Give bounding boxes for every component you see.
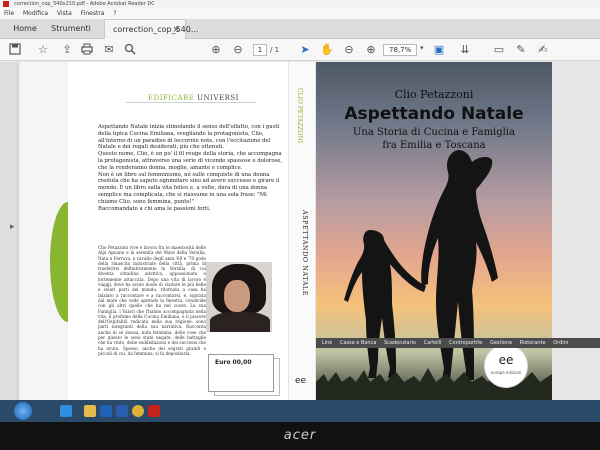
page-down-icon[interactable]: ⊖ bbox=[231, 43, 245, 57]
save-icon[interactable] bbox=[8, 43, 22, 57]
star-icon[interactable]: ☆ bbox=[36, 43, 50, 57]
toolbar: ☆ ⇪ ✉ ⊕ ⊖ 1 / 1 ➤ ✋ ⊖ ⊕ 78,7% ▾ ▣ ⇊ ▭ ✎ … bbox=[0, 39, 600, 61]
divider bbox=[126, 102, 256, 103]
blurb-paragraph: Non è un libro sul femminismo, né sulle … bbox=[98, 171, 280, 205]
mail-icon[interactable]: ✉ bbox=[102, 43, 116, 57]
left-panel: ▸ bbox=[0, 62, 18, 400]
close-icon[interactable]: × bbox=[172, 20, 180, 40]
cover-author: Clio Petazzoni bbox=[316, 88, 552, 101]
bookmark-item[interactable]: Link bbox=[322, 340, 332, 346]
blurb-paragraph: Raccomandato a chi ama le passioni forti… bbox=[98, 205, 211, 212]
acrobat-icon[interactable] bbox=[148, 405, 160, 417]
menu-bar: File Modifica Vista Finestra ? bbox=[0, 8, 600, 19]
fit-page-icon[interactable]: ▣ bbox=[432, 43, 446, 57]
word-icon[interactable] bbox=[116, 405, 128, 417]
zoom-level-select[interactable]: 78,7% bbox=[383, 44, 417, 56]
back-cover-heading: EDIFICARE UNIVERSI bbox=[148, 94, 239, 102]
blurb-paragraph: Questo nome, Clio, è un po' il fil rouge… bbox=[98, 151, 283, 171]
front-cover: Clio Petazzoni Aspettando Natale Una Sto… bbox=[316, 62, 552, 400]
publisher-name: europa edizioni bbox=[490, 370, 522, 375]
bookmarks-bar: Link Cassa e Banca Scadenziario Cartelli… bbox=[316, 338, 600, 348]
document-area[interactable]: ▸ EDIFICARE UNIVERSI Aspettando Natale i… bbox=[0, 62, 600, 400]
acrobat-app-icon bbox=[3, 1, 9, 7]
chrome-icon[interactable] bbox=[132, 405, 144, 417]
monitor-screen: correction_cop_540x210.pdf - Adobe Acrob… bbox=[0, 0, 600, 422]
menu-modifica[interactable]: Modifica bbox=[23, 10, 48, 17]
blurb: Aspettando Natale inizia stimolando il s… bbox=[98, 124, 283, 212]
menu-file[interactable]: File bbox=[4, 10, 14, 17]
price-box: Euro 00,00 bbox=[208, 354, 274, 392]
page-total: / 1 bbox=[270, 46, 280, 54]
page-number-input[interactable]: 1 bbox=[253, 44, 267, 56]
comment-icon[interactable]: ▭ bbox=[492, 43, 506, 57]
scroll-mode-icon[interactable]: ⇊ bbox=[458, 43, 472, 57]
bookmark-item[interactable]: Ristorante bbox=[520, 340, 546, 346]
menu-finestra[interactable]: Finestra bbox=[81, 10, 105, 17]
menu-vista[interactable]: Vista bbox=[57, 10, 72, 17]
hand-icon[interactable]: ✋ bbox=[320, 43, 334, 57]
publisher-logo: ee bbox=[498, 353, 514, 367]
bookmark-item[interactable]: Scadenziario bbox=[384, 340, 416, 346]
subtitle-line: Una Storia di Cucina e Famiglia bbox=[352, 127, 516, 138]
author-first-name: Clio bbox=[394, 88, 417, 101]
cover-subtitle: Una Storia di Cucina e Famiglia fra Emil… bbox=[316, 126, 552, 152]
spine-title: ASPETTANDO NATALE bbox=[301, 210, 309, 296]
cursor-icon[interactable]: ➤ bbox=[298, 43, 312, 57]
taskbar bbox=[0, 400, 600, 422]
tab-document-label: correction_cop_540... bbox=[113, 25, 199, 34]
bookmark-item[interactable]: Ordini bbox=[553, 340, 568, 346]
bookmark-item[interactable]: Contropartite bbox=[449, 340, 482, 346]
spine-author: CLIO PETAZZONI bbox=[296, 88, 303, 144]
bookmark-item[interactable]: Cassa e Banca bbox=[340, 340, 377, 346]
price-label: Euro 00,00 bbox=[215, 359, 252, 366]
collapse-panel-icon[interactable]: ▸ bbox=[10, 222, 15, 232]
zoom-out-icon[interactable]: ⊖ bbox=[342, 43, 356, 57]
monitor-brand-logo: acer bbox=[283, 428, 317, 443]
heading-right: UNIVERSI bbox=[197, 94, 239, 102]
zoom-in-icon[interactable]: ⊕ bbox=[364, 43, 378, 57]
print-icon[interactable] bbox=[80, 43, 94, 57]
tab-document[interactable]: correction_cop_540... × bbox=[104, 19, 198, 40]
book-spine: CLIO PETAZZONI ASPETTANDO NATALE ee bbox=[288, 62, 315, 400]
spine-publisher-logo: ee bbox=[295, 376, 307, 386]
tab-tools[interactable]: Strumenti bbox=[46, 19, 96, 39]
author-photo bbox=[206, 262, 272, 332]
chevron-down-icon[interactable]: ▾ bbox=[420, 44, 424, 52]
monitor-bezel: acer bbox=[0, 422, 600, 450]
ie-icon[interactable] bbox=[60, 405, 72, 417]
menu-help[interactable]: ? bbox=[113, 10, 116, 17]
bookmark-item[interactable]: Gestione bbox=[490, 340, 512, 346]
author-last-name: Petazzoni bbox=[420, 88, 474, 101]
tab-home[interactable]: Home bbox=[6, 19, 44, 39]
upload-icon[interactable]: ⇪ bbox=[60, 43, 74, 57]
page-up-icon[interactable]: ⊕ bbox=[209, 43, 223, 57]
blurb-paragraph: Aspettando Natale inizia stimolando il s… bbox=[98, 124, 280, 151]
heading-left: EDIFICARE bbox=[148, 94, 195, 102]
outlook-icon[interactable] bbox=[100, 405, 112, 417]
folder-icon[interactable] bbox=[84, 405, 96, 417]
search-icon[interactable] bbox=[123, 43, 137, 57]
document-gutter-right bbox=[552, 62, 600, 400]
cover-title: Aspettando Natale bbox=[344, 104, 524, 124]
window-titlebar: correction_cop_540x210.pdf - Adobe Acrob… bbox=[0, 0, 600, 8]
bookmark-item[interactable]: Cartelli bbox=[424, 340, 442, 346]
subtitle-line: fra Emilia e Toscana bbox=[382, 140, 486, 151]
start-button[interactable] bbox=[14, 402, 32, 420]
back-cover: EDIFICARE UNIVERSI Aspettando Natale ini… bbox=[68, 62, 288, 400]
highlight-icon[interactable]: ✎ bbox=[514, 43, 528, 57]
sign-icon[interactable]: ✍ bbox=[536, 43, 550, 57]
window-title: correction_cop_540x210.pdf - Adobe Acrob… bbox=[14, 1, 155, 7]
tab-bar: Home Strumenti correction_cop_540... × bbox=[0, 19, 600, 39]
publisher-badge: ee europa edizioni bbox=[484, 344, 528, 388]
author-bio: Clio Petazzoni vive e lavora fra le maes… bbox=[98, 245, 206, 356]
